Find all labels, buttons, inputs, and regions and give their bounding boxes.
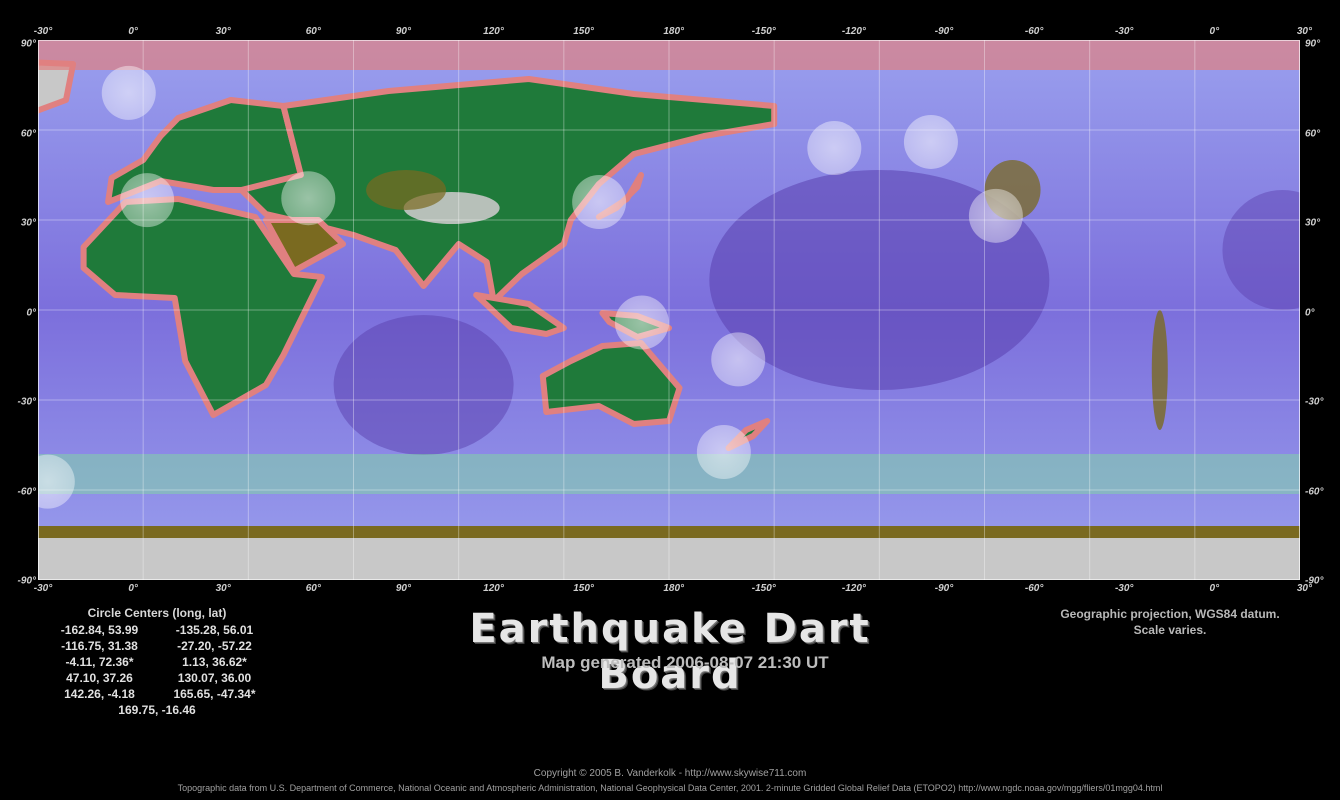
longitude-tick-top: -30° bbox=[33, 26, 53, 37]
longitude-tick-top: -60° bbox=[1024, 26, 1044, 37]
circle-centers-list: -162.84, 53.99 -135.28, 56.01 -116.75, 31.… bbox=[42, 622, 272, 702]
earthquake-circle bbox=[968, 188, 1023, 243]
latitude-tick-left: 0° bbox=[26, 307, 36, 318]
longitude-tick-bottom: 0° bbox=[1209, 583, 1220, 594]
longitude-tick-top: -30° bbox=[1114, 26, 1134, 37]
latitude-tick-left: -90° bbox=[17, 575, 36, 587]
circle-center-value: -4.11, 72.36* bbox=[65, 655, 134, 669]
longitude-tick-top: 30° bbox=[1296, 26, 1312, 37]
circle-center-value: 165.65, -47.34* bbox=[173, 687, 256, 701]
latitude-tick-right: 60° bbox=[1305, 128, 1321, 139]
data-source-credit: Topographic data from U.S. Department of… bbox=[177, 783, 1163, 793]
indian-deep-basin bbox=[333, 315, 514, 455]
earthquake-circle bbox=[281, 171, 336, 226]
latitude-tick-left: 90° bbox=[20, 38, 36, 50]
circle-centers-panel: Circle Centers (long, lat) -162.84, 53.9… bbox=[42, 606, 272, 718]
longitude-tick-bottom: 120° bbox=[483, 583, 504, 594]
latitude-tick-right: 30° bbox=[1305, 217, 1321, 229]
longitude-tick-bottom: 90° bbox=[395, 583, 411, 594]
latitude-tick-left: -30° bbox=[17, 396, 36, 408]
andes-mountains bbox=[1151, 310, 1168, 430]
map-canvas bbox=[38, 40, 1300, 580]
circle-centers-row: 47.10, 37.26 130.07, 36.00 bbox=[42, 670, 272, 686]
longitude-tick-top: 60° bbox=[305, 26, 321, 37]
latitude-tick-left: 60° bbox=[20, 128, 36, 139]
earthquake-circle bbox=[614, 295, 669, 350]
earthquake-circle bbox=[903, 114, 958, 169]
circle-center-value: 1.13, 36.62* bbox=[182, 655, 247, 669]
longitude-tick-bottom: -30° bbox=[33, 583, 53, 594]
longitude-tick-bottom: 150° bbox=[573, 583, 594, 594]
map-generated-timestamp: Map generated 2006-08-07 21:30 UT bbox=[541, 653, 829, 672]
latitude-tick-right: 0° bbox=[1305, 307, 1315, 318]
circle-center-value: -116.75, 31.38 bbox=[61, 639, 138, 653]
circle-center-value: -162.84, 53.99 bbox=[60, 623, 139, 637]
latitude-tick-right: -60° bbox=[1305, 486, 1324, 497]
circle-center-value: 130.07, 36.00 bbox=[177, 671, 252, 685]
longitude-tick-bottom: 180° bbox=[663, 583, 685, 594]
longitude-tick-top: 0° bbox=[1209, 26, 1220, 37]
central-asia-highland bbox=[366, 170, 447, 210]
longitude-tick-top: 0° bbox=[128, 26, 138, 37]
longitude-tick-bottom: -90° bbox=[934, 583, 954, 594]
circle-center-value: 47.10, 37.26 bbox=[66, 671, 133, 685]
longitude-tick-top: 150° bbox=[573, 26, 594, 37]
latitude-tick-left: 30° bbox=[20, 217, 36, 229]
earthquake-circle bbox=[807, 121, 862, 176]
copyright-text: Copyright © 2005 B. Vanderkolk - http://… bbox=[533, 768, 807, 779]
earthquake-circle bbox=[101, 65, 156, 120]
circle-centers-title: Circle Centers (long, lat) bbox=[87, 606, 227, 620]
longitude-tick-top: 30° bbox=[215, 26, 231, 37]
longitude-tick-top: 180° bbox=[663, 26, 685, 37]
latitude-tick-right: 90° bbox=[1305, 38, 1321, 50]
circle-centers-row: -162.84, 53.99 -135.28, 56.01 bbox=[42, 622, 272, 638]
longitude-tick-bottom: 30° bbox=[215, 583, 231, 594]
longitude-tick-bottom: -30° bbox=[1114, 583, 1134, 594]
circle-centers-row: -4.11, 72.36* 1.13, 36.62* bbox=[42, 654, 272, 670]
earthquake-circle bbox=[696, 425, 751, 480]
earthquake-circle bbox=[711, 332, 766, 387]
circle-centers-row: 169.75, -16.46 bbox=[42, 702, 272, 718]
scale-line: Scale varies. bbox=[1133, 623, 1207, 637]
longitude-tick-top: 120° bbox=[483, 26, 504, 37]
longitude-tick-bottom: -60° bbox=[1024, 583, 1044, 594]
longitude-tick-bottom: -120° bbox=[841, 583, 866, 594]
circle-center-value: 142.26, -4.18 bbox=[64, 687, 135, 701]
circle-center-value: -27.20, -57.22 bbox=[177, 639, 252, 653]
longitude-tick-top: -150° bbox=[751, 26, 776, 37]
circle-center-value: -135.28, 56.01 bbox=[175, 623, 254, 637]
circle-centers-row: -116.75, 31.38 -27.20, -57.22 bbox=[42, 638, 272, 654]
longitude-tick-bottom: 0° bbox=[128, 583, 138, 594]
longitude-tick-top: -120° bbox=[841, 26, 866, 37]
latitude-tick-right: -90° bbox=[1305, 575, 1324, 587]
longitude-tick-bottom: 60° bbox=[305, 583, 321, 594]
latitude-tick-right: -30° bbox=[1305, 396, 1324, 408]
projection-line: Geographic projection, WGS84 datum. bbox=[1060, 607, 1280, 621]
world-topographic-map bbox=[38, 40, 1300, 580]
longitude-tick-bottom: -150° bbox=[751, 583, 776, 594]
earthquake-circle bbox=[120, 173, 175, 228]
earthquake-circle bbox=[572, 175, 627, 229]
circle-centers-row: 142.26, -4.18 165.65, -47.34* bbox=[42, 686, 272, 702]
latitude-tick-left: -60° bbox=[17, 486, 36, 497]
projection-note: Geographic projection, WGS84 datum. Scal… bbox=[1040, 606, 1300, 638]
longitude-tick-top: -90° bbox=[934, 26, 954, 37]
page-title: Earthquake Dart Board bbox=[469, 606, 871, 698]
circle-center-value: 169.75, -16.46 bbox=[118, 703, 196, 717]
longitude-tick-top: 90° bbox=[395, 26, 411, 37]
